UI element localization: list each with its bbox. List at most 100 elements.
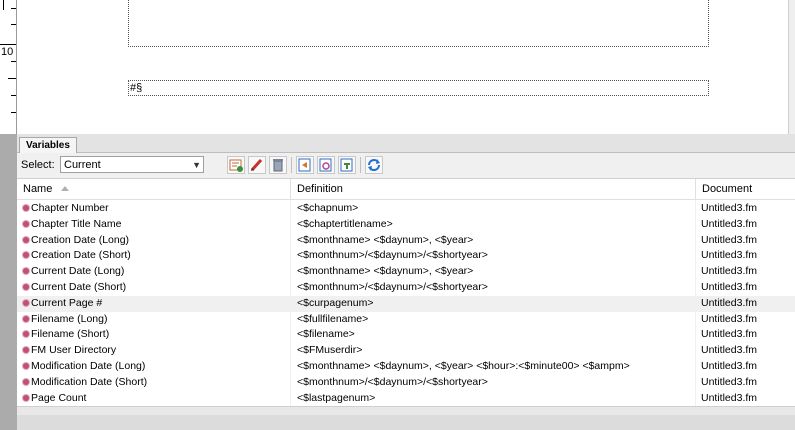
variable-name-cell: Current Date (Short): [23, 280, 126, 296]
variable-definition-cell: <$monthnum>/<$daynum>/<$shortyear>: [297, 280, 488, 293]
text-frame[interactable]: #§: [128, 80, 709, 96]
panel-tab-bar: Variables: [17, 134, 795, 153]
table-row[interactable]: Chapter Number <$chapnum> Untitled3.fm: [17, 201, 795, 217]
variable-name-text: Modification Date (Short): [31, 375, 148, 388]
variable-icon: [23, 268, 29, 275]
variable-name-text: Creation Date (Short): [31, 249, 131, 262]
variable-definition-cell: <$chapnum>: [297, 202, 359, 214]
chevron-down-icon: ▼: [192, 160, 201, 170]
convert-to-text-button[interactable]: [317, 156, 335, 174]
ruler-tick: [0, 44, 16, 45]
variable-document-cell: Untitled3.fm: [701, 391, 758, 404]
variables-panel: Variables Select: Current ▼ Name Definit…: [17, 134, 795, 430]
variable-definition-cell: <$monthname> <$daynum>, <$year>: [297, 265, 474, 278]
table-row[interactable]: Creation Date (Long) <$monthname> <$daynu…: [17, 233, 795, 249]
ruler-tick: [11, 112, 16, 113]
select-label: Select:: [21, 159, 55, 171]
table-row[interactable]: Filename (Long) <$fullfilename> Untitled3.…: [17, 312, 795, 328]
table-row[interactable]: Creation Date (Short) <$monthnum>/<$daynu…: [17, 248, 795, 264]
update-button[interactable]: [338, 156, 356, 174]
edit-variable-button[interactable]: [248, 156, 266, 174]
variable-definition-cell: <$monthname> <$daynum>, <$year>: [297, 233, 474, 246]
variable-definition-cell: <$fullfilename>: [297, 312, 369, 325]
variable-name-text: Current Date (Long): [31, 265, 125, 278]
variable-icon: [23, 299, 29, 306]
vertical-scrollbar[interactable]: [788, 0, 795, 134]
variable-document-cell: Untitled3.fm: [701, 280, 758, 293]
variable-document-cell: Untitled3.fm: [701, 249, 758, 262]
variable-name-text: Page Count: [31, 391, 87, 404]
variable-icon: [23, 283, 29, 290]
column-header-definition[interactable]: Definition: [291, 179, 695, 199]
text-frame[interactable]: [128, 0, 709, 47]
vertical-ruler: 10: [0, 0, 17, 134]
table-row[interactable]: Chapter Title Name <$chaptertitlename> Unt…: [17, 217, 795, 233]
column-header-name[interactable]: Name: [17, 179, 290, 199]
variable-icon: [23, 220, 29, 227]
variable-name-cell: Page Count: [23, 391, 86, 407]
column-header-label: Document: [702, 183, 753, 195]
variable-definition-cell: <$FMuserdir>: [297, 344, 363, 357]
variable-name-cell: Creation Date (Short): [23, 248, 131, 264]
variable-definition-cell: <$monthnum>/<$daynum>/<$shortyear>: [297, 375, 488, 388]
table-row[interactable]: Modification Date (Long) <$monthname> <$d…: [17, 359, 795, 375]
variable-name-cell: Chapter Title Name: [23, 217, 121, 233]
ruler-label: 10: [1, 46, 14, 58]
table-row[interactable]: Current Page # <$curpagenum> Untitled3.fm: [17, 295, 795, 312]
variable-icon: [23, 347, 29, 354]
table-row[interactable]: Current Date (Long) <$monthname> <$daynum…: [17, 264, 795, 280]
refresh-button[interactable]: [365, 156, 383, 174]
frame-text: #§: [130, 82, 143, 94]
variable-name-text: FM User Directory: [31, 344, 117, 357]
variable-name-text: Current Page #: [31, 296, 103, 309]
table-row[interactable]: Modification Date (Short) <$monthnum>/<$d…: [17, 375, 795, 391]
sort-ascending-icon: [61, 186, 69, 191]
variable-icon: [23, 331, 29, 338]
variable-name-cell: FM User Directory: [23, 343, 116, 359]
panel-status-strip: [17, 415, 795, 430]
refresh-icon: [368, 159, 380, 171]
table-row[interactable]: Current Date (Short) <$monthnum>/<$daynum…: [17, 280, 795, 296]
ruler-mark: [3, 0, 4, 10]
table-row[interactable]: FM User Directory <$FMuserdir> Untitled3.f…: [17, 343, 795, 359]
variable-name-text: Filename (Short): [31, 328, 110, 341]
variable-name-text: Creation Date (Long): [31, 233, 130, 246]
variable-name-cell: Modification Date (Short): [23, 375, 147, 391]
column-header-document[interactable]: Document: [696, 179, 795, 199]
document-page[interactable]: #§: [17, 0, 795, 134]
document-area: 10 #§: [0, 0, 795, 134]
delete-variable-button[interactable]: [269, 156, 287, 174]
variable-definition-cell: <$filename>: [297, 328, 355, 341]
ruler-tick: [11, 8, 16, 9]
variable-document-cell: Untitled3.fm: [701, 359, 758, 372]
variable-name-cell: Filename (Long): [23, 312, 107, 328]
ruler-tick: [8, 78, 16, 79]
table-row[interactable]: Page Count <$lastpagenum> Untitled3.fm: [17, 391, 795, 407]
insert-variable-button[interactable]: [296, 156, 314, 174]
variable-icon: [23, 205, 29, 211]
variable-name-cell: Modification Date (Long): [23, 359, 145, 375]
variable-definition-cell: <$monthname> <$daynum>, <$year> <$hour>:…: [297, 359, 630, 372]
variable-icon: [23, 378, 29, 385]
variable-name-text: Chapter Title Name: [31, 217, 122, 230]
variable-name-text: Chapter Number: [31, 202, 109, 214]
variable-document-cell: Untitled3.fm: [701, 296, 758, 309]
variable-icon: [23, 394, 29, 401]
table-row[interactable]: Filename (Short) <$filename> Untitled3.fm: [17, 327, 795, 343]
column-header-label: Name: [23, 183, 53, 195]
horizontal-scrollbar[interactable]: [17, 406, 795, 415]
variables-toolbar: Select: Current ▼: [17, 153, 795, 177]
variable-name-text: Filename (Long): [31, 312, 108, 325]
new-variable-button[interactable]: [227, 156, 245, 174]
select-dropdown[interactable]: Current ▼: [60, 156, 204, 173]
select-value: Current: [64, 159, 101, 171]
variable-icon: [23, 315, 29, 322]
variable-document-cell: Untitled3.fm: [701, 312, 758, 325]
variable-icon: [23, 252, 29, 259]
variable-document-cell: Untitled3.fm: [701, 375, 758, 388]
tab-variables[interactable]: Variables: [19, 137, 77, 153]
convert-to-text-icon: [319, 158, 332, 172]
panel-margin: [0, 134, 17, 430]
variable-name-text: Current Date (Short): [31, 280, 127, 293]
ruler-tick: [11, 61, 16, 62]
